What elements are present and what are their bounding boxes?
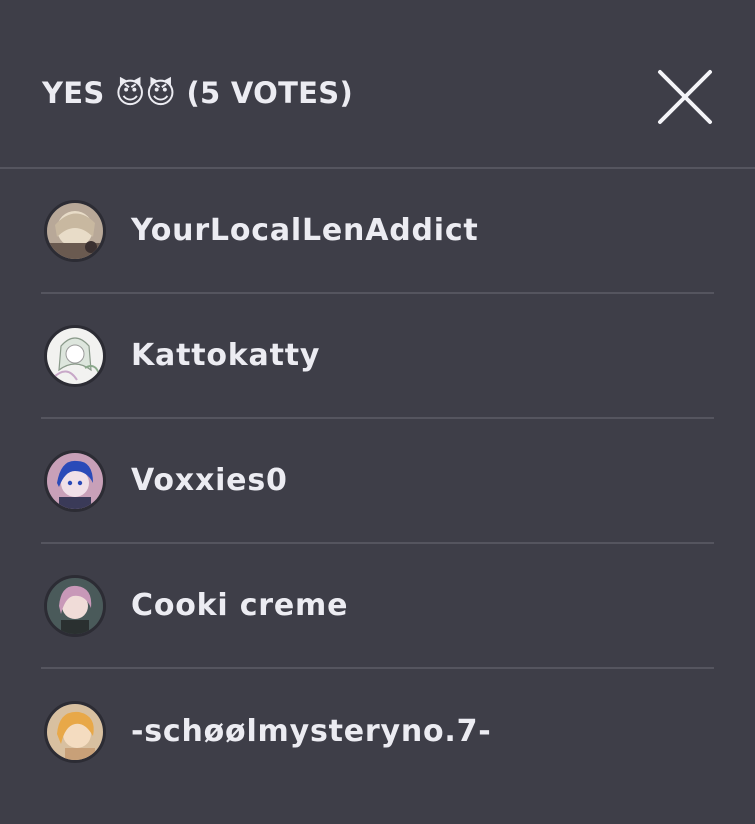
- avatar-blue-haired-character-icon: [47, 452, 103, 509]
- avatar[interactable]: [44, 324, 106, 387]
- voter-row[interactable]: YourLocalLenAddict: [41, 169, 714, 294]
- avatar[interactable]: [44, 574, 106, 637]
- voter-name: Cooki creme: [131, 588, 349, 623]
- avatar-white-haired-sketch-icon: [47, 327, 103, 384]
- voter-name: Voxxies0: [131, 463, 288, 498]
- avatar-blonde-character-icon: [47, 202, 103, 259]
- voter-name: -schøølmysteryno.7-: [131, 714, 492, 749]
- avatar-pink-haired-character-icon: [47, 577, 103, 634]
- avatar-orange-haired-character-icon: [47, 703, 103, 760]
- avatar[interactable]: [44, 700, 106, 763]
- avatar[interactable]: [44, 449, 106, 512]
- voter-row[interactable]: Kattokatty: [41, 294, 714, 419]
- voter-row[interactable]: -schøølmysteryno.7-: [41, 669, 714, 794]
- voter-name: YourLocalLenAddict: [131, 213, 479, 248]
- voter-row[interactable]: Cooki creme: [41, 544, 714, 669]
- panel-header: YES 😈😈 (5 VOTES): [0, 0, 755, 169]
- panel-title: YES 😈😈 (5 VOTES): [42, 76, 353, 110]
- close-icon[interactable]: [654, 66, 716, 128]
- voter-list: YourLocalLenAddict Kattokatty Voxxies0 C…: [41, 169, 714, 794]
- votes-panel: YES 😈😈 (5 VOTES) YourLocalLenAddict Katt…: [0, 0, 755, 824]
- avatar[interactable]: [44, 199, 106, 262]
- voter-row[interactable]: Voxxies0: [41, 419, 714, 544]
- voter-name: Kattokatty: [131, 338, 321, 373]
